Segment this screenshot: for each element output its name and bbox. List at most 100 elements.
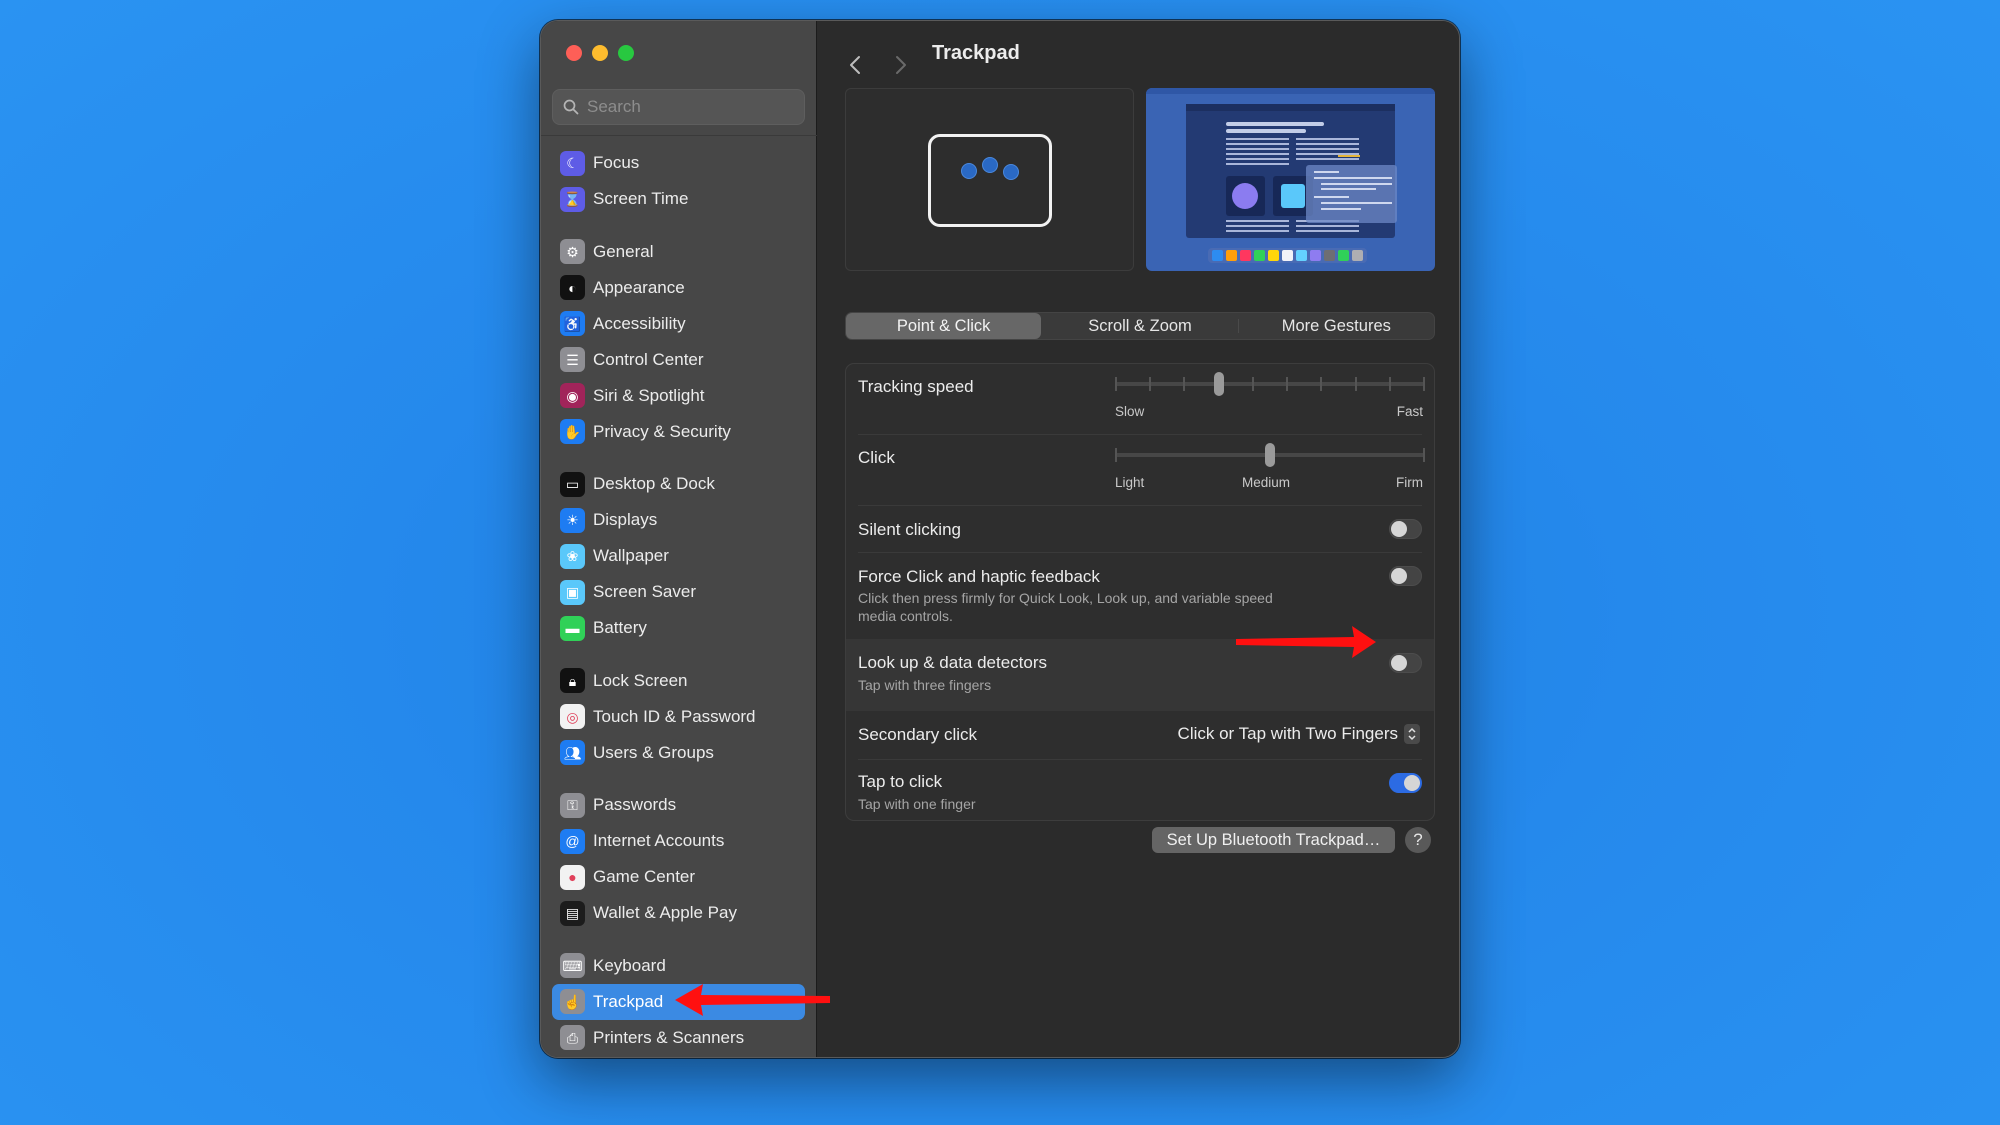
secondary-click-label: Secondary click bbox=[858, 725, 978, 744]
sidebar-item-appearance[interactable]: ◐ Appearance bbox=[552, 270, 805, 306]
slider-track bbox=[1115, 382, 1425, 386]
setup-bluetooth-trackpad-button[interactable]: Set Up Bluetooth Trackpad… bbox=[1152, 827, 1395, 853]
dock-app-icon bbox=[1226, 250, 1237, 261]
chevron-up-down-icon bbox=[1404, 724, 1420, 744]
firm-label: Firm bbox=[1396, 475, 1423, 490]
dock-app-icon bbox=[1254, 250, 1265, 261]
help-button[interactable]: ? bbox=[1405, 827, 1431, 853]
sidebar-item-label: Touch ID & Password bbox=[593, 706, 756, 726]
sidebar-item-general[interactable]: ⚙ General bbox=[552, 234, 805, 270]
sidebar-item-wallpaper[interactable]: ❀ Wallpaper bbox=[552, 538, 805, 574]
sidebar: ☾ Focus ⌛ Screen Time ⚙ General ◐ Appearance ♿ Ac… bbox=[541, 21, 817, 1057]
sidebar-item-screen-saver[interactable]: ▣ Screen Saver bbox=[552, 574, 805, 610]
sidebar-item-passwords[interactable]: ⚿ Passwords bbox=[552, 787, 805, 823]
look-up-description: Tap with three fingers bbox=[858, 677, 992, 693]
fingerprint-icon: ◎ bbox=[560, 704, 585, 729]
finger-dot bbox=[1003, 164, 1019, 180]
sidebar-item-internet-accounts[interactable]: @ Internet Accounts bbox=[552, 823, 805, 859]
hand-icon: ✋ bbox=[560, 419, 585, 444]
content-pane: Trackpad Point & Click Scroll & Zoom Mor… bbox=[818, 21, 1459, 1057]
slider-tick bbox=[1354, 377, 1357, 391]
secondary-click-popup[interactable]: Click or Tap with Two Fingers bbox=[1178, 724, 1420, 744]
slider-tick bbox=[1183, 377, 1186, 391]
look-up-label: Look up & data detectors bbox=[858, 653, 1048, 672]
click-pressure-slider[interactable] bbox=[1115, 443, 1425, 467]
slider-knob[interactable] bbox=[1265, 443, 1275, 467]
sidebar-item-label: General bbox=[593, 241, 654, 261]
tab-point-click[interactable]: Point & Click bbox=[846, 313, 1042, 339]
sidebar-item-label: Internet Accounts bbox=[593, 831, 725, 850]
search-field[interactable] bbox=[552, 89, 805, 125]
sidebar-item-siri-spotlight[interactable]: ◉ Siri & Spotlight bbox=[552, 378, 805, 414]
sidebar-item-label: Battery bbox=[593, 618, 647, 637]
forward-button[interactable] bbox=[894, 55, 908, 75]
accessibility-icon: ♿ bbox=[560, 311, 585, 336]
tab-bar: Point & Click Scroll & Zoom More Gestures bbox=[845, 312, 1435, 340]
sidebar-divider bbox=[541, 135, 817, 136]
sidebar-item-focus[interactable]: ☾ Focus bbox=[552, 145, 805, 181]
sidebar-group-spacer bbox=[552, 450, 805, 467]
minimize-window-button[interactable] bbox=[592, 45, 608, 61]
sidebar-item-label: Appearance bbox=[593, 277, 685, 297]
dock-app-icon bbox=[1212, 250, 1223, 261]
dock-app-icon bbox=[1324, 250, 1335, 261]
gesture-preview-trackpad bbox=[845, 88, 1134, 271]
zoom-window-button[interactable] bbox=[618, 45, 634, 61]
sidebar-item-desktop-dock[interactable]: ▭ Desktop & Dock bbox=[552, 466, 805, 502]
slider-knob[interactable] bbox=[1213, 372, 1224, 396]
slider-tick bbox=[1286, 377, 1289, 391]
sidebar-item-label: Displays bbox=[593, 510, 658, 529]
sidebar-item-battery[interactable]: ▬ Battery bbox=[552, 610, 805, 646]
search-input[interactable] bbox=[587, 97, 787, 117]
dock-app-icon bbox=[1282, 250, 1293, 261]
sidebar-item-screen-time[interactable]: ⌛ Screen Time bbox=[552, 181, 805, 217]
tracking-speed-label: Tracking speed bbox=[858, 377, 974, 396]
control-center-icon: ☰ bbox=[560, 347, 585, 372]
silent-clicking-row: Silent clicking bbox=[846, 506, 1434, 552]
sidebar-item-privacy-security[interactable]: ✋ Privacy & Security bbox=[552, 414, 805, 450]
sidebar-item-label: Passwords bbox=[593, 795, 677, 814]
sidebar-item-label: Keyboard bbox=[593, 955, 666, 975]
sidebar-item-wallet-apple-pay[interactable]: ▤ Wallet & Apple Pay bbox=[552, 895, 805, 931]
sidebar-item-game-center[interactable]: ● Game Center bbox=[552, 859, 805, 895]
tab-scroll-zoom[interactable]: Scroll & Zoom bbox=[1042, 313, 1237, 339]
sidebar-group-spacer bbox=[552, 771, 805, 788]
sidebar-item-label: Privacy & Security bbox=[593, 421, 731, 441]
tracking-speed-slider[interactable] bbox=[1115, 372, 1425, 396]
tab-more-gestures[interactable]: More Gestures bbox=[1239, 313, 1434, 339]
tap-to-click-toggle[interactable] bbox=[1389, 773, 1422, 793]
trackpad-illustration bbox=[928, 134, 1052, 227]
slider-tick bbox=[1115, 377, 1117, 391]
look-up-toggle[interactable] bbox=[1389, 653, 1422, 673]
sidebar-item-printers-scanners[interactable]: ⎙ Printers & Scanners bbox=[552, 1020, 805, 1056]
secondary-click-value: Click or Tap with Two Fingers bbox=[1177, 724, 1398, 743]
sidebar-item-control-center[interactable]: ☰ Control Center bbox=[552, 342, 805, 378]
dock-app-icon bbox=[1352, 250, 1363, 261]
sidebar-item-label: Printers & Scanners bbox=[593, 1027, 745, 1047]
key-icon: ⚿ bbox=[560, 792, 585, 818]
back-button[interactable] bbox=[848, 55, 862, 75]
sidebar-item-touch-id-password[interactable]: ◎ Touch ID & Password bbox=[552, 699, 805, 735]
search-icon bbox=[563, 99, 579, 115]
sidebar-item-trackpad[interactable]: ☝ Trackpad bbox=[552, 983, 805, 1020]
sidebar-item-accessibility[interactable]: ♿ Accessibility bbox=[552, 306, 805, 342]
force-click-description-line2: media controls. bbox=[858, 608, 953, 624]
dock-app-icon bbox=[1296, 250, 1307, 261]
sidebar-item-label: Screen Time bbox=[593, 189, 689, 208]
tap-to-click-label: Tap to click bbox=[858, 772, 943, 791]
sidebar-item-keyboard[interactable]: ⌨ Keyboard bbox=[552, 948, 805, 984]
sidebar-item-lock-screen[interactable]: 🔒︎ Lock Screen bbox=[552, 663, 805, 699]
sidebar-item-displays[interactable]: ☀ Displays bbox=[552, 502, 805, 538]
screen-preview-illustration bbox=[1146, 88, 1435, 238]
slider-tick bbox=[1149, 377, 1152, 391]
silent-clicking-toggle[interactable] bbox=[1389, 519, 1422, 539]
close-window-button[interactable] bbox=[566, 45, 582, 61]
sidebar-item-users-groups[interactable]: 👥︎ Users & Groups bbox=[552, 735, 805, 771]
at-icon: @ bbox=[560, 828, 585, 854]
secondary-click-row: Secondary click Click or Tap with Two Fi… bbox=[846, 711, 1434, 759]
moon-icon: ☾ bbox=[560, 150, 585, 176]
dock-illustration bbox=[1208, 248, 1367, 263]
wallet-icon: ▤ bbox=[560, 900, 585, 926]
force-click-description-line1: Click then press firmly for Quick Look, … bbox=[858, 590, 1273, 606]
force-click-toggle[interactable] bbox=[1389, 566, 1422, 586]
